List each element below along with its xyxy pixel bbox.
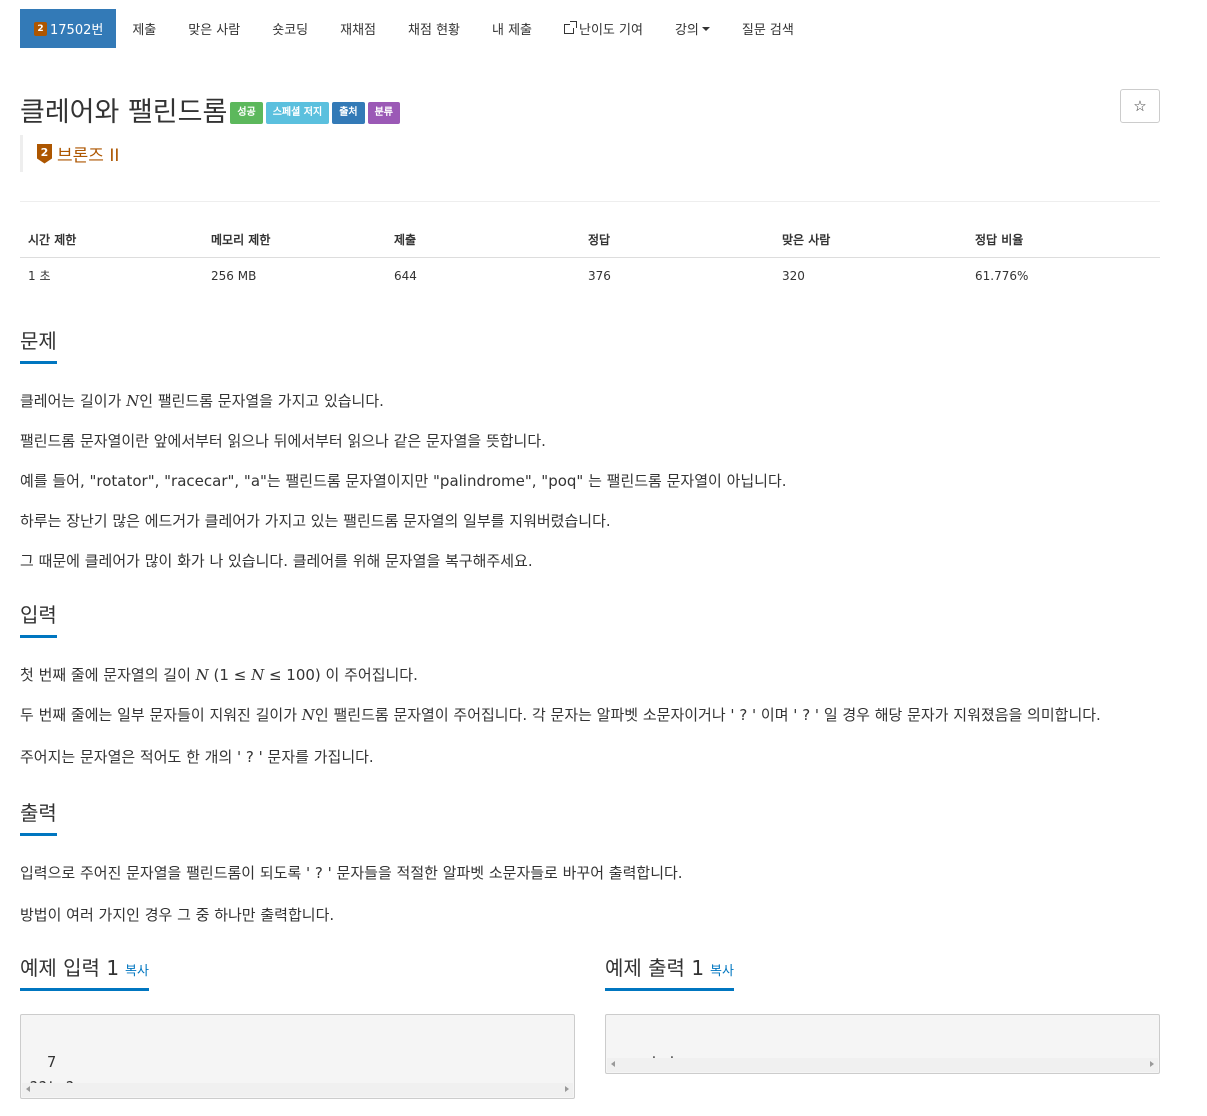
label-special-judge[interactable]: 스페셜 저지: [265, 101, 330, 124]
header-accepted: 정답: [580, 222, 774, 258]
tier-row: 2 브론즈 II: [20, 135, 119, 172]
nav-difficulty-contrib[interactable]: 난이도 기여: [548, 9, 659, 48]
output-header: 출력: [20, 797, 1160, 836]
output-paragraph-2: 방법이 여러 가지인 경우 그 중 하나만 출력합니다.: [20, 906, 335, 924]
scroll-right-icon[interactable]: [1150, 1061, 1154, 1067]
description-paragraph-4: 하루는 장난기 많은 에드거가 클레어가 가지고 있는 팰린드롬 문자열의 일부…: [20, 512, 611, 530]
input-heading: 입력: [20, 599, 57, 638]
description-header: 문제: [20, 325, 1160, 364]
output-paragraph-1: 입력으로 주어진 문자열을 팰린드롬이 되도록 ' ? ' 문자들을 적절한 알…: [20, 864, 683, 882]
nav-rejudge[interactable]: 재채점: [324, 9, 392, 48]
nav-status[interactable]: 채점 현황: [392, 9, 476, 48]
value-time-limit: 1 초: [28, 269, 51, 283]
caret-down-icon: [701, 26, 710, 31]
header-accept-ratio: 정답 비율: [967, 222, 1160, 258]
label-source[interactable]: 출처: [332, 101, 365, 124]
nav-solved-users[interactable]: 맞은 사람: [172, 9, 256, 48]
nav-lecture-dropdown[interactable]: 강의: [659, 9, 726, 48]
header-submissions: 제출: [386, 222, 580, 258]
input-paragraph-2: 두 번째 줄에는 일부 문자들이 지워진 길이가 N인 팰린드롬 문자열이 주어…: [20, 706, 1101, 724]
sample-input-box[interactable]: 7 ??ta?or: [20, 1014, 575, 1099]
description-paragraph-5: 그 때문에 클레어가 많이 화가 나 있습니다. 클레어를 위해 문자열을 복구…: [20, 552, 533, 570]
label-success[interactable]: 성공: [230, 101, 263, 124]
scroll-left-icon[interactable]: [611, 1061, 615, 1067]
table-row: 1 초 256 MB 644 376 320 61.776%: [20, 258, 1160, 294]
problem-nav: 2 17502번 제출 맞은 사람 숏코딩 재채점 채점 현황 내 제출 난이도…: [20, 9, 810, 48]
external-link-icon: [564, 20, 578, 34]
label-category[interactable]: 분류: [367, 101, 401, 124]
table-header-row: 시간 제한 메모리 제한 제출 정답 맞은 사람 정답 비율: [20, 222, 1160, 258]
nav-submit[interactable]: 제출: [116, 9, 172, 48]
description-paragraph-2: 팰린드롬 문자열이란 앞에서부터 읽으나 뒤에서부터 읽으나 같은 문자열을 뜻…: [20, 432, 546, 450]
sample-input-header: 예제 입력 1 복사: [20, 952, 575, 991]
value-memory-limit: 256 MB: [211, 268, 257, 283]
nav-question-search[interactable]: 질문 검색: [726, 9, 810, 48]
sample-output-header: 예제 출력 1 복사: [605, 952, 1160, 991]
title-row: 클레어와 팰린드롬 성공 스페셜 저지 출처 분류: [20, 90, 401, 129]
input-paragraph-3: 주어지는 문자열은 적어도 한 개의 ' ? ' 문자를 가집니다.: [20, 748, 374, 766]
nav-my-submissions[interactable]: 내 제출: [476, 9, 548, 48]
output-heading: 출력: [20, 797, 57, 836]
description-paragraph-1: 클레어는 길이가 N인 팰린드롬 문자열을 가지고 있습니다.: [20, 392, 384, 410]
input-header: 입력: [20, 599, 1160, 638]
copy-output-button[interactable]: 복사: [710, 964, 734, 979]
star-icon: ☆: [1133, 97, 1147, 115]
description-heading: 문제: [20, 325, 57, 364]
sample-input-heading: 예제 입력 1: [20, 956, 120, 980]
value-submissions: 644: [394, 268, 417, 283]
nav-problem-id-label: 17502번: [50, 23, 104, 38]
nav-lecture-label: 강의: [674, 23, 699, 38]
header-memory-limit: 메모리 제한: [203, 222, 386, 258]
problem-info-table: 시간 제한 메모리 제한 제출 정답 맞은 사람 정답 비율 1 초 256 M…: [20, 222, 1160, 293]
copy-input-button[interactable]: 복사: [125, 964, 149, 979]
horizontal-scrollbar[interactable]: [22, 1083, 573, 1097]
header-time-limit: 시간 제한: [20, 222, 203, 258]
tier-mini-icon: 2: [34, 21, 47, 36]
value-solved-users: 320: [782, 268, 805, 283]
scroll-right-icon[interactable]: [565, 1086, 569, 1092]
problem-title: 클레어와 팰린드롬: [20, 97, 228, 128]
description-paragraph-3: 예를 들어, "rotator", "racecar", "a"는 팰린드롬 문…: [20, 472, 787, 490]
tier-label[interactable]: 브론즈 II: [57, 141, 119, 166]
tier-badge-icon: 2: [37, 143, 52, 164]
nav-problem-id[interactable]: 2 17502번: [20, 9, 117, 48]
horizontal-scrollbar[interactable]: [607, 1058, 1158, 1072]
value-accept-ratio: 61.776%: [975, 268, 1029, 283]
value-accepted: 376: [588, 268, 611, 283]
scroll-left-icon[interactable]: [26, 1086, 30, 1092]
divider: [20, 201, 1160, 202]
nav-short-coding[interactable]: 숏코딩: [256, 9, 324, 48]
sample-output-box[interactable]: rotator: [605, 1014, 1160, 1074]
header-solved-users: 맞은 사람: [774, 222, 967, 258]
sample-output-heading: 예제 출력 1: [605, 956, 705, 980]
favorite-star-button[interactable]: ☆: [1120, 89, 1160, 123]
input-paragraph-1: 첫 번째 줄에 문자열의 길이 N (1 ≤ N ≤ 100) 이 주어집니다.: [20, 666, 418, 684]
nav-difficulty-contrib-label: 난이도 기여: [579, 23, 643, 38]
